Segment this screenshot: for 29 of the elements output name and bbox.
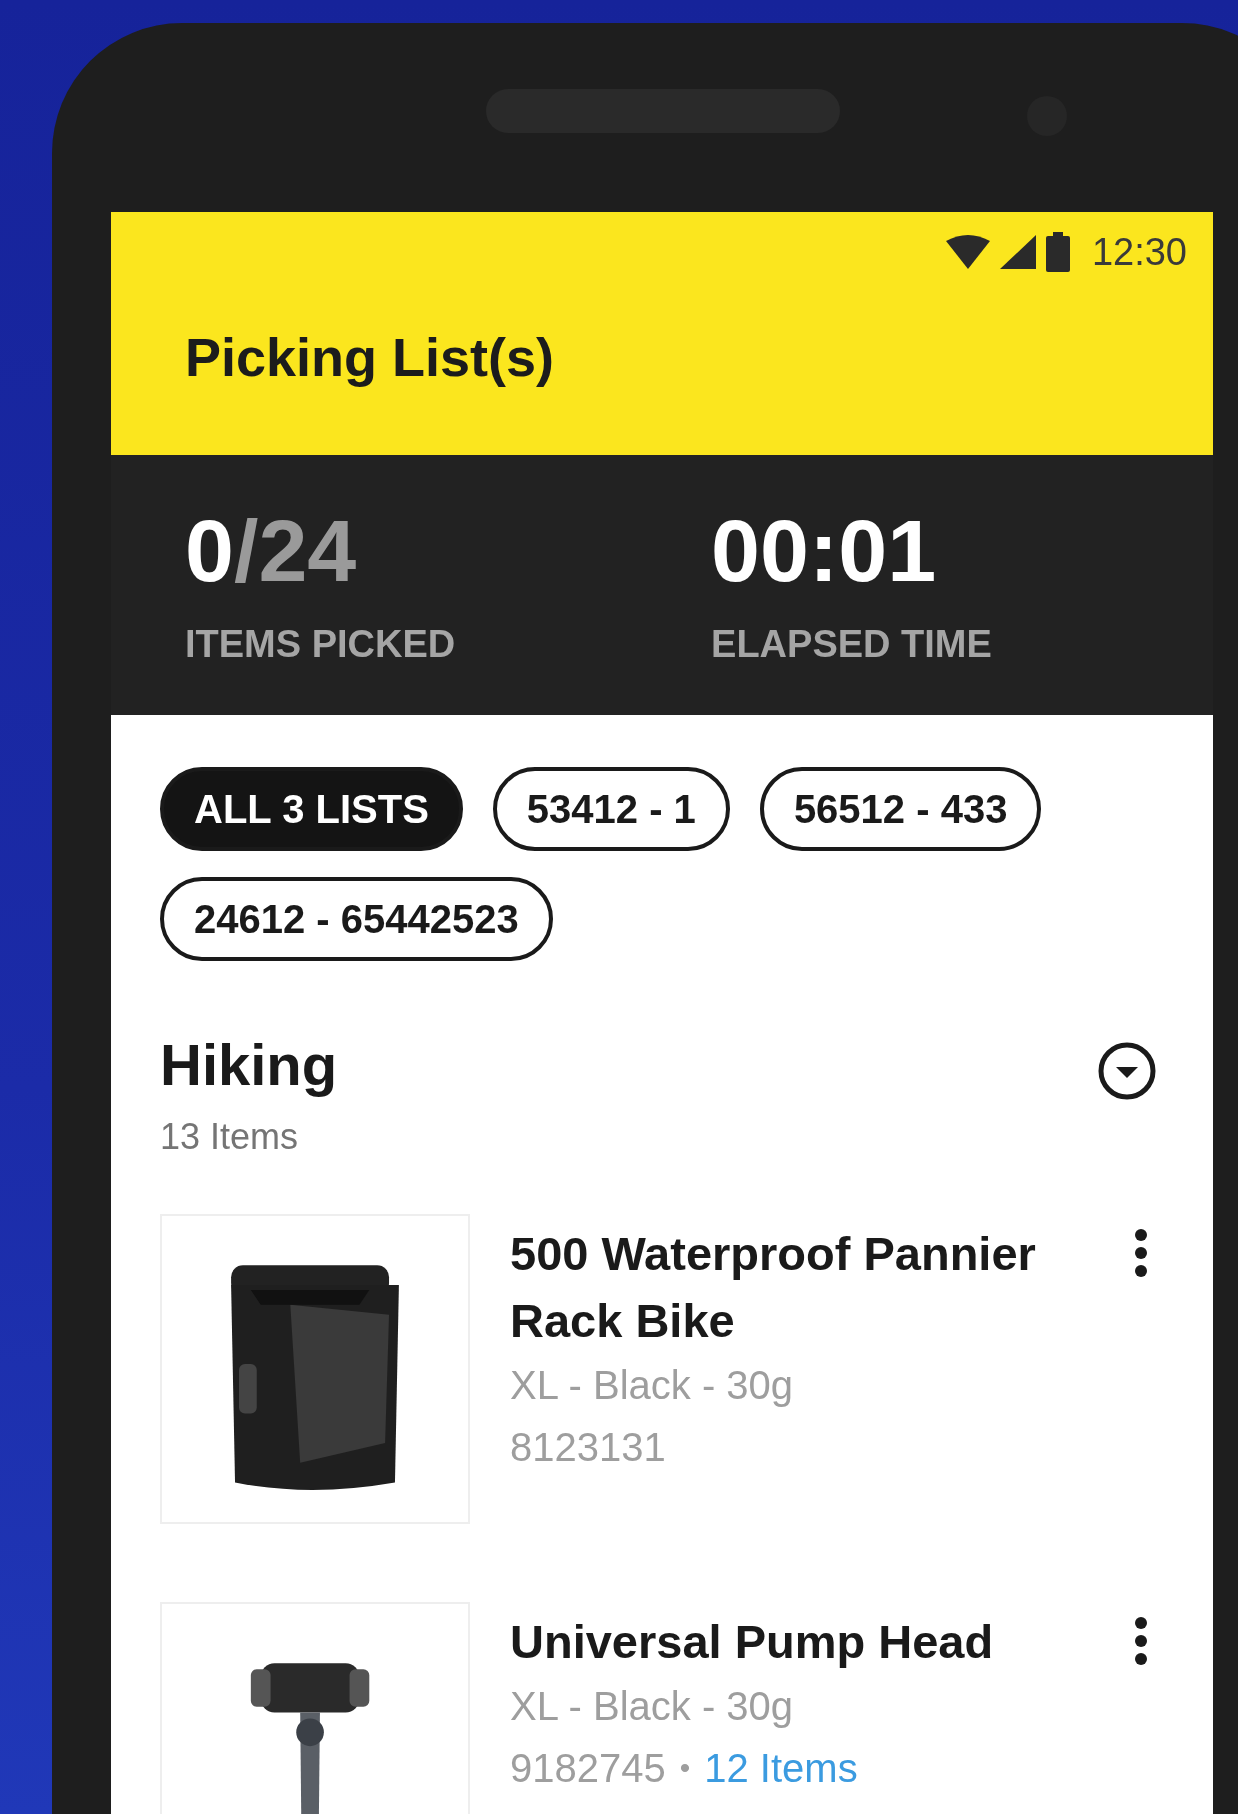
section-title: Hiking (160, 1031, 338, 1098)
stat-label: ITEMS PICKED (185, 622, 457, 666)
more-icon (1134, 1228, 1148, 1278)
product-sku: 8123131 (510, 1424, 666, 1471)
section-count: 13 Items (160, 1116, 300, 1158)
battery-icon (1045, 232, 1070, 272)
stat-value: 0 (185, 500, 234, 600)
filter-chip[interactable]: 24612 - 65442523 (160, 877, 553, 961)
filter-chip[interactable]: 53412 - 1 (492, 767, 730, 851)
chevron-down-icon (1097, 1041, 1157, 1101)
expand-button[interactable] (1097, 1041, 1157, 1101)
more-icon (1134, 1616, 1148, 1666)
signal-icon (999, 235, 1036, 269)
more-button[interactable] (1134, 1228, 1148, 1278)
more-button[interactable] (1134, 1616, 1148, 1666)
product-title: Universal Pump Head (510, 1614, 995, 1670)
filter-chip[interactable]: 56512 - 433 (759, 767, 1042, 851)
product-title: 500 Waterproof Pannier Rack Bike (510, 1226, 1037, 1349)
stat-total: /24 (233, 500, 357, 600)
wifi-icon (945, 235, 990, 269)
stat-label: ELAPSED TIME (711, 622, 993, 666)
product-sku: 9182745 (510, 1745, 666, 1792)
stat-value: 00:01 (711, 500, 937, 600)
product-variant: XL - Black - 30g (510, 1362, 795, 1409)
app-title: Picking List(s) (185, 326, 556, 388)
filter-chip[interactable]: ALL 3 LISTS (160, 767, 463, 851)
status-time: 12:30 (1091, 230, 1187, 274)
product-variant: XL - Black - 30g (510, 1683, 795, 1730)
separator-dot: • (679, 1751, 691, 1785)
